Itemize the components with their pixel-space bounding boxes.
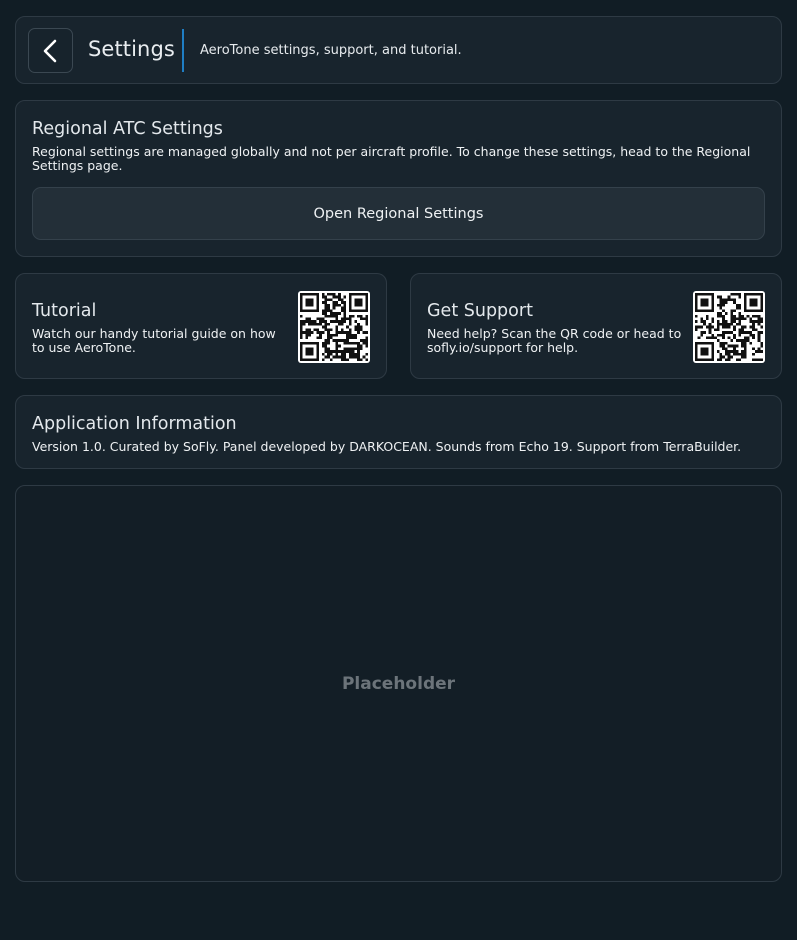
tutorial-description: Watch our handy tutorial guide on how to… — [32, 326, 276, 355]
support-qr-code — [693, 291, 765, 363]
app-info-description: Version 1.0. Curated by SoFly. Panel dev… — [32, 439, 742, 454]
placeholder-panel: Placeholder — [15, 485, 782, 882]
chevron-left-icon — [43, 39, 56, 62]
header-bar: Settings AeroTone settings, support, and… — [15, 16, 782, 84]
support-card: Get Support Need help? Scan the QR code … — [410, 273, 782, 379]
open-regional-settings-button[interactable]: Open Regional Settings — [32, 187, 765, 240]
support-description: Need help? Scan the QR code or head to s… — [427, 326, 682, 355]
back-button[interactable] — [28, 28, 73, 73]
regional-settings-title: Regional ATC Settings — [32, 119, 223, 139]
regional-settings-card: Regional ATC Settings Regional settings … — [15, 100, 782, 257]
app-info-card: Application Information Version 1.0. Cur… — [15, 395, 782, 469]
support-title: Get Support — [427, 301, 533, 321]
regional-settings-description: Regional settings are managed globally a… — [32, 144, 751, 173]
placeholder-label: Placeholder — [341, 673, 456, 694]
header-divider — [182, 29, 184, 72]
tutorial-card: Tutorial Watch our handy tutorial guide … — [15, 273, 387, 379]
page-title: Settings — [88, 37, 175, 61]
app-info-title: Application Information — [32, 414, 237, 434]
tutorial-qr-code — [298, 291, 370, 363]
tutorial-title: Tutorial — [32, 301, 97, 321]
page-subtitle: AeroTone settings, support, and tutorial… — [200, 43, 462, 58]
